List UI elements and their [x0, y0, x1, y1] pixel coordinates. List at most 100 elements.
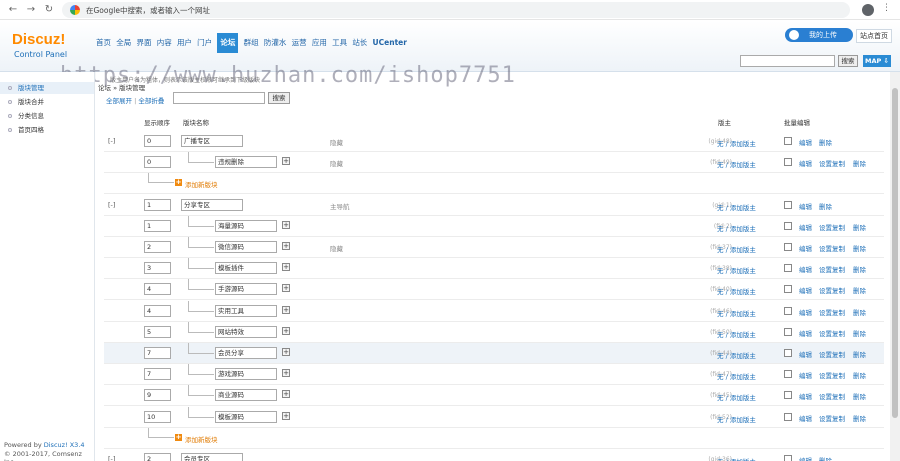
- order-input[interactable]: 2: [144, 453, 171, 461]
- edit-link[interactable]: 编辑: [799, 413, 812, 423]
- nav-group[interactable]: 群组: [244, 36, 259, 50]
- delete-link[interactable]: 删除: [853, 391, 866, 401]
- moderator-link[interactable]: 无 / 添加版主: [717, 159, 756, 169]
- forum-name-input[interactable]: 游戏源码: [215, 368, 277, 380]
- add-child-icon[interactable]: +: [282, 221, 290, 229]
- forum-name-input[interactable]: 商业源码: [215, 389, 277, 401]
- edit-link[interactable]: 编辑: [799, 158, 812, 168]
- forum-name-input[interactable]: 会员分享: [215, 347, 277, 359]
- header-search-input[interactable]: [740, 55, 835, 67]
- more-menu-icon[interactable]: ⋮: [882, 3, 891, 13]
- add-child-icon[interactable]: +: [282, 306, 290, 314]
- batch-checkbox[interactable]: [784, 370, 792, 378]
- order-input[interactable]: 2: [144, 241, 171, 253]
- delete-link[interactable]: 删除: [853, 413, 866, 423]
- batch-checkbox[interactable]: [784, 201, 792, 209]
- batch-checkbox[interactable]: [784, 285, 792, 293]
- forward-icon[interactable]: →: [24, 3, 38, 17]
- nav-forum[interactable]: 论坛: [217, 33, 239, 53]
- moderator-link[interactable]: 无 / 添加版主: [717, 392, 756, 402]
- nav-tools[interactable]: 工具: [332, 36, 347, 50]
- moderator-link[interactable]: 无 / 添加版主: [717, 456, 756, 461]
- copy-settings-link[interactable]: 设置复制: [819, 370, 845, 380]
- moderator-link[interactable]: 无 / 添加版主: [717, 138, 756, 148]
- forum-name-input[interactable]: 模板源码: [215, 411, 277, 423]
- reload-icon[interactable]: ↻: [42, 3, 56, 17]
- powered-brand[interactable]: Discuz! X3.4: [44, 441, 85, 449]
- delete-link[interactable]: 删除: [853, 243, 866, 253]
- delete-link[interactable]: 删除: [853, 307, 866, 317]
- add-child-icon[interactable]: +: [282, 157, 290, 165]
- edit-link[interactable]: 编辑: [799, 222, 812, 232]
- copy-settings-link[interactable]: 设置复制: [819, 307, 845, 317]
- order-input[interactable]: 1: [144, 199, 171, 211]
- forum-name-input[interactable]: 违规删除: [215, 156, 277, 168]
- batch-checkbox[interactable]: [784, 158, 792, 166]
- batch-checkbox[interactable]: [784, 137, 792, 145]
- moderator-link[interactable]: 无 / 添加版主: [717, 414, 756, 424]
- order-input[interactable]: 4: [144, 283, 171, 295]
- copy-settings-link[interactable]: 设置复制: [819, 413, 845, 423]
- forum-name-input[interactable]: 网站特效: [215, 326, 277, 338]
- batch-checkbox[interactable]: [784, 328, 792, 336]
- order-input[interactable]: 0: [144, 135, 171, 147]
- moderator-link[interactable]: 无 / 添加版主: [717, 286, 756, 296]
- copy-settings-link[interactable]: 设置复制: [819, 158, 845, 168]
- collapse-all-link[interactable]: 全部折叠: [138, 97, 164, 105]
- edit-link[interactable]: 编辑: [799, 307, 812, 317]
- order-input[interactable]: 7: [144, 368, 171, 380]
- cloud-upload-button[interactable]: 我的上传: [785, 28, 853, 42]
- batch-checkbox[interactable]: [784, 349, 792, 357]
- forum-name-input[interactable]: 手游源码: [215, 283, 277, 295]
- delete-link[interactable]: 删除: [853, 285, 866, 295]
- batch-checkbox[interactable]: [784, 455, 792, 461]
- moderator-link[interactable]: 无 / 添加版主: [717, 308, 756, 318]
- moderator-link[interactable]: 无 / 添加版主: [717, 265, 756, 275]
- delete-link[interactable]: 删除: [853, 370, 866, 380]
- sidebar-item-threadtypes[interactable]: 分类信息: [0, 110, 94, 122]
- batch-checkbox[interactable]: [784, 243, 792, 251]
- order-input[interactable]: 5: [144, 326, 171, 338]
- order-input[interactable]: 3: [144, 262, 171, 274]
- map-button[interactable]: MAP ⇩: [863, 55, 891, 67]
- edit-link[interactable]: 编辑: [799, 455, 812, 461]
- copy-settings-link[interactable]: 设置复制: [819, 243, 845, 253]
- add-child-icon[interactable]: +: [282, 327, 290, 335]
- edit-link[interactable]: 编辑: [799, 328, 812, 338]
- batch-checkbox[interactable]: [784, 413, 792, 421]
- edit-link[interactable]: 编辑: [799, 264, 812, 274]
- moderator-link[interactable]: 无 / 添加版主: [717, 244, 756, 254]
- scrollbar-thumb[interactable]: [892, 88, 898, 418]
- sidebar-item-grid[interactable]: 首页四格: [0, 124, 94, 136]
- copy-settings-link[interactable]: 设置复制: [819, 222, 845, 232]
- order-input[interactable]: 9: [144, 389, 171, 401]
- edit-link[interactable]: 编辑: [799, 391, 812, 401]
- batch-checkbox[interactable]: [784, 307, 792, 315]
- nav-antispam[interactable]: 防灌水: [264, 36, 287, 50]
- expand-all-link[interactable]: 全部展开: [106, 97, 132, 105]
- edit-link[interactable]: 编辑: [799, 201, 812, 211]
- nav-content[interactable]: 内容: [157, 36, 172, 50]
- add-child-icon[interactable]: +: [282, 412, 290, 420]
- moderator-link[interactable]: 无 / 添加版主: [717, 329, 756, 339]
- nav-ucenter[interactable]: UCenter: [373, 36, 407, 50]
- batch-checkbox[interactable]: [784, 222, 792, 230]
- delete-link[interactable]: 删除: [819, 201, 832, 211]
- account-icon[interactable]: [862, 4, 874, 16]
- copy-settings-link[interactable]: 设置复制: [819, 285, 845, 295]
- nav-home[interactable]: 首页: [96, 36, 111, 50]
- nav-style[interactable]: 界面: [136, 36, 151, 50]
- moderator-link[interactable]: 无 / 添加版主: [717, 371, 756, 381]
- forum-name-input[interactable]: 模板插件: [215, 262, 277, 274]
- delete-link[interactable]: 删除: [853, 264, 866, 274]
- edit-link[interactable]: 编辑: [799, 285, 812, 295]
- copy-settings-link[interactable]: 设置复制: [819, 391, 845, 401]
- add-child-icon[interactable]: +: [282, 348, 290, 356]
- add-child-icon[interactable]: +: [282, 263, 290, 271]
- delete-link[interactable]: 删除: [853, 222, 866, 232]
- delete-link[interactable]: 删除: [853, 349, 866, 359]
- edit-link[interactable]: 编辑: [799, 370, 812, 380]
- forum-name-input[interactable]: 海量源码: [215, 220, 277, 232]
- order-input[interactable]: 4: [144, 305, 171, 317]
- forum-name-input[interactable]: 广播专区: [181, 135, 243, 147]
